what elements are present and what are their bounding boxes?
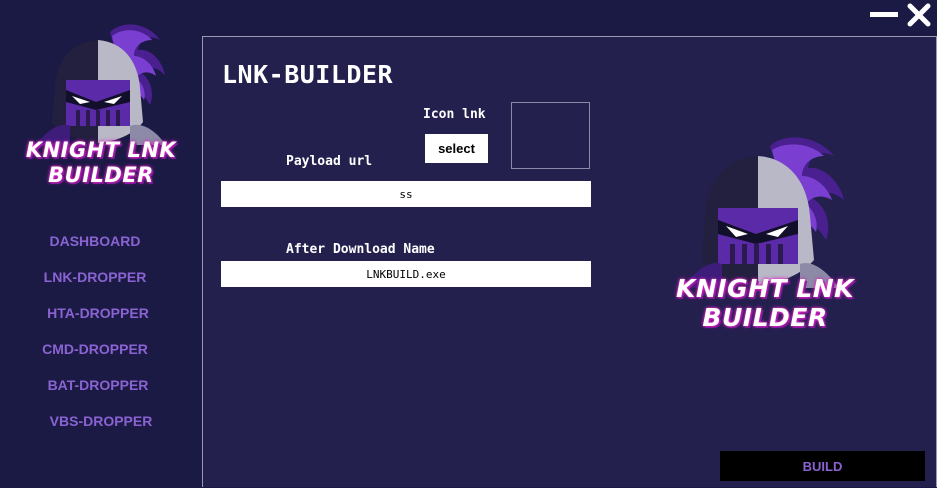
sidebar-logo-subtitle: BUILDER: [48, 163, 154, 187]
sidebar-item-hta-dropper[interactable]: HTA-DROPPER: [0, 305, 199, 321]
sidebar-logo-title: KNIGHT LNK: [25, 138, 177, 162]
icon-lnk-label: Icon lnk: [423, 107, 486, 122]
build-button[interactable]: BUILD: [720, 451, 925, 481]
main-logo-subtitle: BUILDER: [702, 303, 828, 332]
icon-preview: [511, 102, 590, 169]
main-logo-title: KNIGHT LNK: [675, 274, 855, 303]
sidebar-item-cmd-dropper[interactable]: CMD-DROPPER: [0, 341, 196, 357]
knight-helmet-large-icon: [682, 137, 844, 288]
minimize-button[interactable]: [868, 4, 900, 26]
payload-url-input[interactable]: [221, 181, 591, 207]
select-icon-button[interactable]: select: [425, 134, 488, 163]
main-logo: KNIGHT LNK BUILDER: [630, 128, 900, 338]
after-download-name-input[interactable]: [221, 261, 591, 287]
sidebar-item-lnk-dropper[interactable]: LNK-DROPPER: [0, 269, 196, 285]
page-title: LNK-BUILDER: [222, 60, 394, 89]
close-button[interactable]: [904, 0, 934, 30]
payload-url-label: Payload url: [286, 154, 373, 169]
title-bar[interactable]: [202, 0, 937, 36]
sidebar-logo: KNIGHT LNK BUILDER: [0, 10, 202, 195]
close-icon: [907, 3, 931, 27]
sidebar-item-bat-dropper[interactable]: BAT-DROPPER: [0, 377, 199, 393]
after-download-name-label: After Download Name: [286, 242, 435, 257]
knight-helmet-icon: [36, 24, 166, 145]
sidebar: KNIGHT LNK BUILDER DASHBOARD LNK-DROPPER…: [0, 0, 202, 488]
sidebar-item-dashboard[interactable]: DASHBOARD: [0, 233, 196, 249]
sidebar-item-vbs-dropper[interactable]: VBS-DROPPER: [0, 413, 202, 429]
